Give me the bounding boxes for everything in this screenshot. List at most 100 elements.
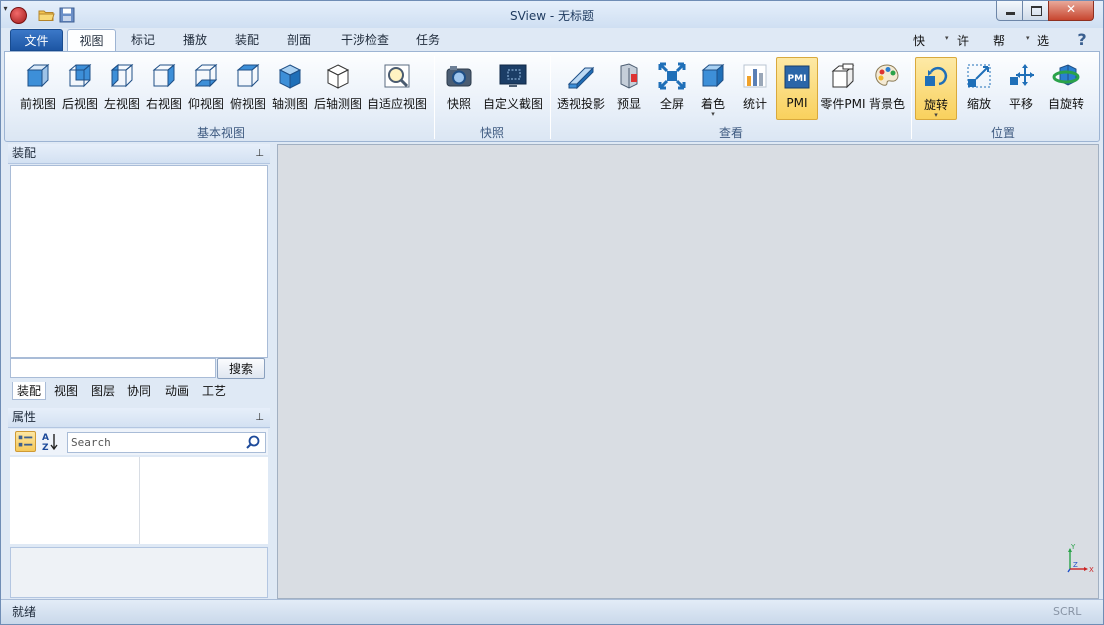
assembly-search-button[interactable]: 搜索 [217,358,265,379]
categorized-icon[interactable] [15,431,36,452]
axis-label-x: X [1089,566,1094,574]
pin-icon[interactable]: ⊥ [255,144,264,163]
ribbon-label: 左视图 [103,97,140,111]
group-label-view: 查看 [718,126,743,140]
tab-file[interactable]: 文件 [10,29,63,51]
group-label-basic-views: 基本视图 [196,126,245,140]
pin-icon[interactable]: ⊥ [255,408,264,427]
tab-markup[interactable]: 标记 [120,29,166,52]
tab-process-panel[interactable]: 工艺 [202,382,226,400]
sort-alpha-icon[interactable]: AZ [41,431,59,452]
back-view-button[interactable]: 后视图 [59,57,101,120]
properties-search-input[interactable]: Search [67,432,266,453]
fit-view-button[interactable]: 自适应视图 [365,57,429,120]
preview-icon [620,63,638,89]
tab-assembly-panel[interactable]: 装配 [12,382,46,400]
pmi-button[interactable]: PMI PMI [776,57,818,120]
properties-search-placeholder: Search [71,436,111,449]
axis-label-z: Z [1073,561,1078,569]
ribbon-label: 统计 [742,97,767,111]
statistics-button[interactable]: 统计 [735,57,775,120]
left-pane: 装配 ⊥ 搜索 装配 视图 图层 协同 动画 工艺 属性 ⊥ AZ Search [8,144,270,599]
ribbon: 前视图 后视图 左视图 右视图 仰视图 俯视图 轴测图 后轴测图 自适应视图 基… [4,51,1100,142]
auto-rotate-button[interactable]: 自旋转 [1043,57,1089,120]
ribbon-label: 背景色 [868,97,905,111]
properties-toolbar: AZ Search [10,429,268,455]
back-iso-view-icon [326,64,350,89]
ribbon-label: 自适应视图 [366,97,427,111]
pan-button[interactable]: 平移 [1001,57,1041,120]
pane-splitter[interactable] [270,144,277,599]
part-pmi-button[interactable]: 零件PMI [819,57,867,120]
pmi-icon-text: PMI [788,74,807,84]
help-icon[interactable]: ? [1075,30,1089,49]
bar-chart-icon [743,64,767,88]
custom-screenshot-button[interactable]: 自定义截图 [481,57,545,120]
axis-label-y: Y [1070,543,1076,551]
minimize-button[interactable] [996,1,1023,21]
ribbon-label: 自定义截图 [482,97,543,111]
rotate-button[interactable]: 旋转 ▾ [915,57,957,120]
search-icon[interactable] [246,435,260,449]
bottom-view-button[interactable]: 仰视图 [185,57,227,120]
background-color-button[interactable]: 背景色 [867,57,907,120]
tab-assembly[interactable]: 装配 [224,29,270,52]
tab-task[interactable]: 任务 [405,29,451,52]
back-view-icon [68,63,92,88]
iso-view-button[interactable]: 轴测图 [269,57,311,120]
right-view-button[interactable]: 右视图 [143,57,185,120]
ribbon-label: 右视图 [145,97,182,111]
properties-grid[interactable] [10,457,268,544]
assembly-tree[interactable] [10,165,268,358]
chevron-down-icon[interactable]: ▾ [693,110,733,118]
ribbon-label: 仰视图 [187,97,224,111]
status-text: 就绪 [12,605,37,619]
back-iso-view-button[interactable]: 后轴测图 [311,57,365,120]
assembly-search-input[interactable] [10,358,216,378]
tab-views-panel[interactable]: 视图 [54,382,78,400]
3d-viewport[interactable]: Y Z X [277,144,1099,599]
tab-layers-panel[interactable]: 图层 [91,382,115,400]
status-bar: 就绪 SCRL [1,599,1103,624]
front-view-icon [26,63,50,88]
assembly-panel-header: 装配 ⊥ [8,144,270,164]
ribbon-label: 透视投影 [556,97,605,111]
tab-interference[interactable]: 干涉检查 [334,29,396,52]
snapshot-button[interactable]: 快照 [439,57,479,120]
maximize-button[interactable] [1022,1,1049,21]
assembly-panel-title: 装配 [12,146,37,160]
zoom-button[interactable]: 缩放 [959,57,999,120]
ribbon-label: 轴测图 [271,97,308,111]
ribbon-label: 后视图 [61,97,98,111]
left-view-button[interactable]: 左视图 [101,57,143,120]
tab-view[interactable]: 视图 [67,29,116,52]
ribbon-label: 俯视图 [229,97,266,111]
front-view-button[interactable]: 前视图 [17,57,59,120]
part-pmi-icon [831,63,855,89]
ribbon-tab-bar: 文件 视图 标记 播放 装配 剖面 干涉检查 任务 快传 ▾ 许可 帮助 ▾ 选… [1,28,1103,66]
preview-button[interactable]: 预显 [610,57,648,120]
perspective-button[interactable]: 透视投影 [555,57,607,120]
tab-animation-panel[interactable]: 动画 [165,382,189,400]
tab-collab-panel[interactable]: 协同 [127,382,151,400]
fullscreen-button[interactable]: 全屏 [651,57,693,120]
rotate-icon [925,66,948,86]
ribbon-label: 平移 [1008,97,1033,111]
tab-play[interactable]: 播放 [172,29,218,52]
top-view-button[interactable]: 俯视图 [227,57,269,120]
iso-view-icon [278,64,302,89]
close-button[interactable] [1048,1,1094,21]
chevron-down-icon[interactable]: ▾ [1026,34,1030,42]
ribbon-label: 后轴测图 [313,97,362,111]
right-view-icon [152,63,176,88]
tab-section[interactable]: 剖面 [276,29,322,52]
chevron-down-icon[interactable]: ▾ [945,34,949,42]
shading-button[interactable]: 着色 ▾ [693,57,733,120]
ribbon-label: 快照 [446,97,471,111]
chevron-down-icon[interactable]: ▾ [916,111,956,119]
perspective-icon [567,66,595,90]
ribbon-label: 缩放 [966,97,991,111]
grid-column-divider [139,457,140,544]
left-view-icon [110,63,134,88]
app-window: ▾ SView - 无标题 文件 视图 标记 播放 装配 剖面 干涉检查 任务 … [0,0,1104,625]
